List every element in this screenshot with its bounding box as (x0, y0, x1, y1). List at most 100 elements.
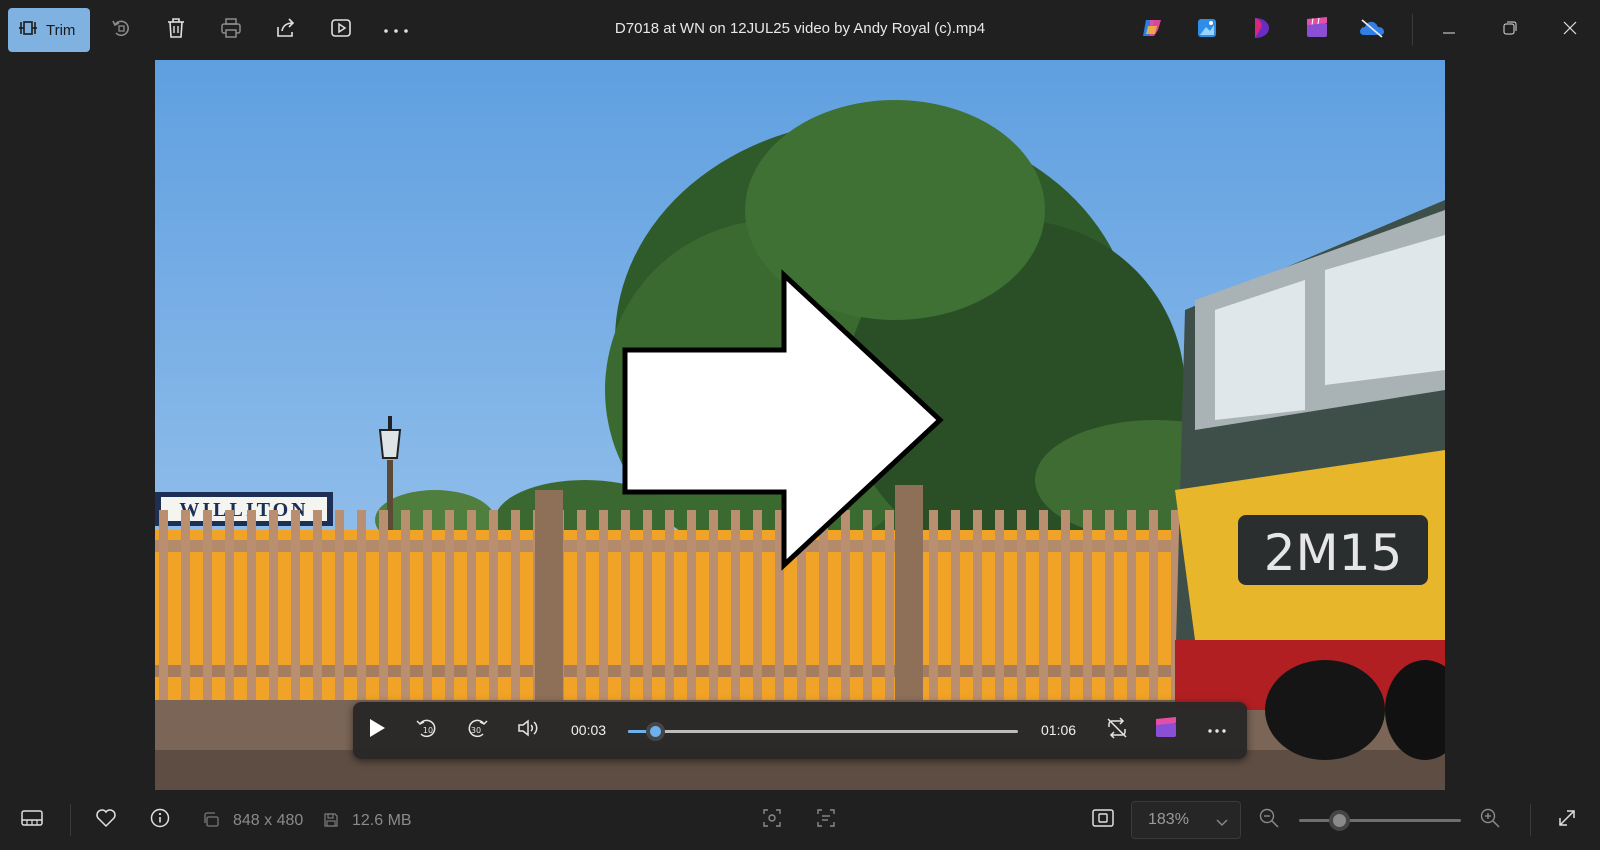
close-button[interactable] (1547, 8, 1593, 52)
current-time: 00:03 (571, 722, 607, 738)
rotate-button[interactable] (101, 8, 141, 52)
visual-search-button[interactable] (758, 806, 786, 834)
svg-text:30: 30 (471, 726, 481, 735)
more-options-button[interactable] (376, 8, 416, 52)
fence-picket (423, 510, 432, 710)
zoom-slider-thumb[interactable] (1329, 810, 1350, 831)
actual-size-button[interactable] (1089, 806, 1117, 834)
zoom-out-button[interactable] (1255, 806, 1283, 834)
fence-picket (709, 510, 718, 710)
zoom-level-dropdown[interactable]: 183% (1131, 801, 1241, 839)
volume-icon (517, 718, 541, 743)
more-icon (383, 21, 409, 39)
fence-picket (577, 510, 586, 710)
fence-picket (753, 510, 762, 710)
loco-headcode: 2M15 (1264, 524, 1403, 582)
delete-button[interactable] (156, 8, 196, 52)
dimensions-text: 848 x 480 (233, 812, 304, 829)
photos-editor-button[interactable] (1187, 8, 1227, 52)
text-scan-button[interactable] (812, 806, 840, 834)
forward-30-button[interactable]: 30 (459, 712, 495, 748)
fence-picket (1105, 510, 1114, 710)
fence-picket (1039, 510, 1048, 710)
total-time: 01:06 (1041, 722, 1077, 738)
fence-picket (1017, 510, 1026, 710)
zoom-slider[interactable] (1299, 810, 1461, 831)
fence-picket (1061, 510, 1070, 710)
fence-picket (1127, 510, 1136, 710)
fence-picket (511, 510, 520, 710)
onedrive-button[interactable] (1352, 8, 1392, 52)
movie-maker-edit-button[interactable] (1148, 712, 1184, 748)
window-title: D7018 at WN on 12JUL25 video by Andy Roy… (614, 20, 986, 37)
trim-icon (18, 19, 38, 41)
statusbar-divider (1530, 804, 1531, 836)
fence-picket (159, 510, 168, 710)
player-controls: 10 30 00:03 01:06 (353, 702, 1247, 759)
actual-size-icon (1092, 808, 1114, 832)
fence-picket (951, 510, 960, 710)
filmstrip-icon (21, 809, 43, 832)
repeat-button[interactable] (1099, 712, 1135, 748)
copilot-icon (1140, 16, 1164, 45)
copilot-button[interactable] (1132, 8, 1172, 52)
fence-picket (335, 510, 344, 710)
fence-picket (181, 510, 190, 710)
file-size-icon (317, 806, 345, 834)
minimize-icon (1443, 21, 1455, 39)
video-scene: WILLITON 2M15 (155, 60, 1445, 790)
trim-label: Trim (46, 21, 76, 39)
fence-picket (841, 510, 850, 710)
fence-picket (247, 510, 256, 710)
minimize-button[interactable] (1426, 8, 1472, 52)
seek-bar[interactable] (628, 722, 1018, 741)
zoom-in-button[interactable] (1476, 806, 1504, 834)
file-size-text: 12.6 MB (352, 812, 412, 829)
top-toolbar: Trim D7018 at WN on 12JUL25 video by And… (0, 0, 1600, 60)
clipchamp-button[interactable] (1242, 8, 1282, 52)
fence-picket (929, 510, 938, 710)
volume-button[interactable] (511, 712, 547, 748)
favorite-button[interactable] (92, 806, 120, 834)
fence-picket (379, 510, 388, 710)
visual-search-icon (762, 808, 782, 833)
fence-picket (665, 510, 674, 710)
seek-thumb[interactable] (645, 722, 665, 741)
statusbar-divider (70, 804, 71, 836)
fence-picket (357, 510, 366, 710)
movie-maker-icon (1154, 716, 1178, 744)
rewind-10-button[interactable]: 10 (409, 712, 445, 748)
restore-button[interactable] (1487, 8, 1533, 52)
photos-editor-icon (1196, 17, 1218, 44)
print-icon (220, 17, 242, 43)
info-icon (150, 808, 170, 833)
fence-picket (995, 510, 1004, 710)
rotate-icon (110, 17, 132, 44)
fence-picket (643, 510, 652, 710)
slideshow-icon (330, 18, 352, 43)
chevron-down-icon (1216, 814, 1228, 832)
movie-maker-button[interactable] (1297, 8, 1337, 52)
station-sign: WILLITON (179, 499, 308, 521)
share-button[interactable] (266, 8, 306, 52)
slideshow-button[interactable] (321, 8, 361, 52)
fence-picket (467, 510, 476, 710)
fence-picket (731, 510, 740, 710)
restore-icon (1503, 21, 1517, 40)
svg-text:10: 10 (423, 726, 433, 735)
fence-picket (445, 510, 454, 710)
zoom-level-text: 183% (1148, 811, 1189, 828)
filmstrip-button[interactable] (18, 806, 46, 834)
full-screen-button[interactable] (1553, 806, 1581, 834)
play-button[interactable] (359, 712, 395, 748)
print-button[interactable] (211, 8, 251, 52)
file-info-button[interactable] (146, 806, 174, 834)
player-more-button[interactable] (1199, 712, 1235, 748)
video-frame[interactable]: WILLITON 2M15 (155, 60, 1445, 790)
zoom-out-icon (1259, 808, 1279, 833)
fence-picket (863, 510, 872, 710)
trim-button[interactable]: Trim (8, 8, 90, 52)
fence-picket (599, 510, 608, 710)
fence-picket (621, 510, 630, 710)
fence-picket (819, 510, 828, 710)
